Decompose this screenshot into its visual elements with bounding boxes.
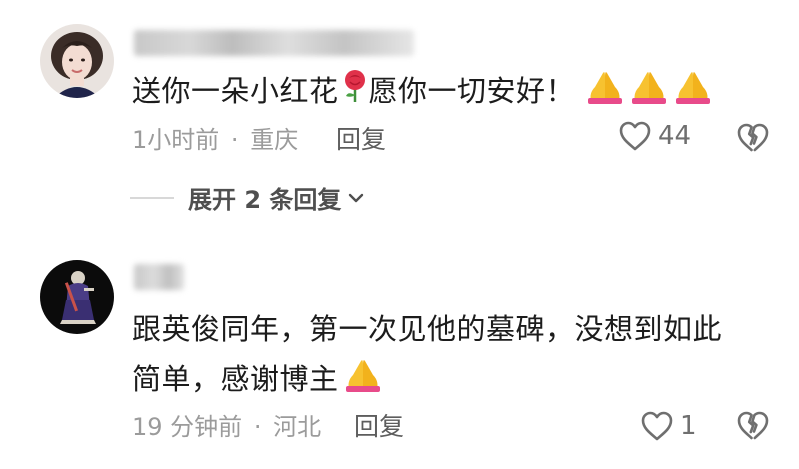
expand-replies-label: 展开 2 条回复 (188, 186, 342, 214)
comment-text-line1: 跟英俊同年，第一次见他的墓碑，没想到如此 (132, 312, 723, 346)
avatar[interactable] (40, 260, 114, 334)
reply-button[interactable]: 回复 (336, 125, 386, 155)
comment-2: 跟英俊同年，第一次见他的墓碑，没想到如此 简单，感谢博主 19 分钟前 · 河北… (0, 240, 799, 469)
folded-hands-emoji (585, 67, 625, 120)
meta-separator: · (230, 126, 239, 154)
location: 重庆 (250, 126, 299, 154)
folded-hands-emoji (629, 67, 669, 120)
comment-meta: 19 分钟前 · 河北 (132, 412, 321, 442)
meta-separator: · (253, 413, 262, 441)
username-blurred[interactable] (134, 264, 184, 290)
chevron-down-icon (349, 193, 364, 202)
rose-emoji (341, 68, 369, 118)
like-button[interactable]: 44 (618, 120, 691, 152)
reply-button[interactable]: 回复 (354, 412, 404, 442)
timestamp: 1小时前 (132, 126, 220, 154)
folded-hands-emoji (343, 355, 383, 408)
heart-icon (619, 121, 651, 151)
user-avatar-image (40, 24, 114, 98)
comment-1: 送你一朵小红花 愿你一切安好！ 1小时前 · 重庆 回复 44 展开 2 条回复 (0, 0, 799, 240)
comment-text: 跟英俊同年，第一次见他的墓碑，没想到如此 简单，感谢博主 (132, 304, 722, 408)
user-avatar-image (40, 260, 114, 334)
like-button[interactable]: 1 (640, 410, 697, 442)
avatar[interactable] (40, 24, 114, 98)
comment-text-line2: 简单，感谢博主 (132, 362, 339, 396)
comment-text: 送你一朵小红花 愿你一切安好！ (132, 66, 713, 120)
username-blurred[interactable] (134, 30, 414, 56)
dislike-button[interactable] (736, 122, 770, 158)
like-count: 1 (680, 411, 697, 441)
comment-text-part2: 愿你一切安好！ (368, 74, 576, 108)
location: 河北 (273, 413, 322, 441)
dislike-button[interactable] (736, 410, 770, 446)
like-count: 44 (658, 121, 692, 151)
comment-text-line2-wrap: 简单，感谢博主 (132, 354, 722, 408)
folded-hands-emoji (673, 67, 713, 120)
comment-text-part1: 送你一朵小红花 (132, 74, 339, 108)
comment-meta: 1小时前 · 重庆 (132, 125, 298, 155)
broken-heart-icon (737, 123, 769, 152)
expand-replies-button[interactable]: 展开 2 条回复 (130, 180, 365, 215)
heart-icon (641, 411, 673, 441)
broken-heart-icon (737, 411, 769, 440)
timestamp: 19 分钟前 (132, 413, 243, 441)
expand-divider-line (130, 196, 174, 199)
